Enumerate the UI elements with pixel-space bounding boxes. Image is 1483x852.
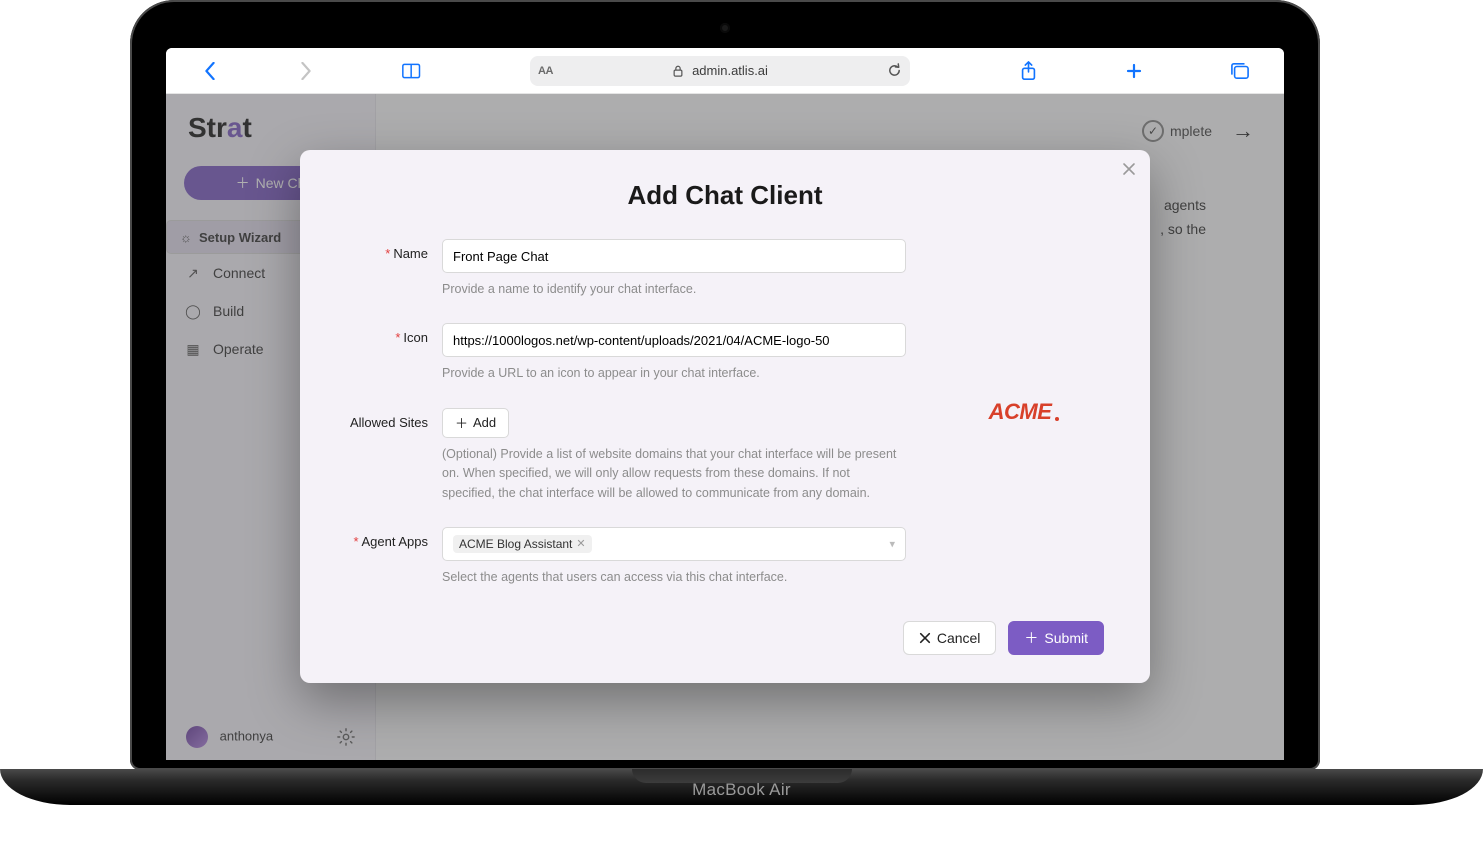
icon-preview: ACME: [936, 239, 1104, 425]
plus-icon: ＋: [455, 413, 468, 432]
lock-icon: [672, 65, 684, 77]
url-text: admin.atlis.ai: [692, 63, 768, 78]
settings-gear-button[interactable]: [337, 728, 355, 746]
laptop-frame: AA admin.atlis.ai: [130, 0, 1320, 770]
help-agent-apps: Select the agents that users can access …: [442, 568, 906, 587]
user-chip[interactable]: anthonya: [186, 726, 273, 748]
dialog-footer: Cancel ＋ Submit: [346, 621, 1104, 655]
submit-button[interactable]: ＋ Submit: [1008, 621, 1104, 655]
name-input[interactable]: [442, 239, 906, 273]
forward-button[interactable]: [284, 55, 328, 87]
add-label: Add: [473, 415, 496, 430]
bookmarks-button[interactable]: [390, 55, 434, 87]
dialog-form: *Name Provide a name to identify your ch…: [346, 239, 906, 611]
sidebar-item-label: Connect: [213, 265, 265, 281]
arrow-right-icon[interactable]: →: [1232, 118, 1254, 144]
new-tab-button[interactable]: [1112, 55, 1156, 87]
build-icon: ◯: [184, 303, 202, 320]
field-agent-apps: *Agent Apps ACME Blog Assistant ✕ ▾ Sel: [346, 527, 906, 587]
wizard-step-complete: ✓ mplete: [1142, 120, 1212, 142]
avatar: [186, 726, 208, 748]
sidebar-item-label: Build: [213, 303, 244, 319]
close-icon: [919, 632, 931, 644]
reader-aa-button[interactable]: AA: [538, 65, 553, 77]
check-icon: ✓: [1142, 120, 1164, 142]
browser-toolbar: AA admin.atlis.ai: [166, 48, 1284, 94]
sidebar-item-label: Setup Wizard: [199, 230, 281, 245]
wizard-icon: ☼: [177, 230, 195, 245]
add-site-button[interactable]: ＋ Add: [442, 408, 509, 438]
operate-icon: ▦: [184, 341, 202, 358]
label-icon: Icon: [403, 330, 428, 345]
bg-text-line-1: agents: [1164, 197, 1206, 213]
cancel-label: Cancel: [937, 630, 981, 646]
submit-label: Submit: [1044, 630, 1088, 646]
gear-icon: [337, 728, 355, 746]
cancel-button[interactable]: Cancel: [903, 621, 997, 655]
laptop-brand: MacBook Air: [692, 780, 791, 800]
connect-icon: ↗: [184, 265, 202, 282]
back-button[interactable]: [188, 55, 232, 87]
help-icon: Provide a URL to an icon to appear in yo…: [442, 364, 906, 383]
tabs-overview-button[interactable]: [1218, 55, 1262, 87]
tag-remove-button[interactable]: ✕: [576, 537, 585, 550]
acme-logo: ACME: [989, 399, 1052, 425]
field-icon: *Icon Provide a URL to an icon to appear…: [346, 323, 906, 383]
address-bar[interactable]: AA admin.atlis.ai: [530, 56, 910, 86]
label-allowed-sites: Allowed Sites: [350, 415, 428, 430]
agent-app-tag: ACME Blog Assistant ✕: [453, 535, 592, 553]
bg-text-line-2: , so the: [1160, 221, 1206, 237]
icon-url-input[interactable]: [442, 323, 906, 357]
agent-apps-select[interactable]: ACME Blog Assistant ✕ ▾: [442, 527, 906, 561]
help-name: Provide a name to identify your chat int…: [442, 280, 906, 299]
screen: AA admin.atlis.ai: [166, 48, 1284, 760]
share-button[interactable]: [1006, 55, 1050, 87]
label-name: Name: [393, 246, 428, 261]
new-chat-label: New Ch: [256, 175, 306, 191]
address-bar-container: AA admin.atlis.ai: [440, 56, 1000, 86]
reload-button[interactable]: [887, 63, 902, 78]
plus-icon: ＋: [236, 173, 250, 193]
field-allowed-sites: Allowed Sites ＋ Add (Optional) Provide a…: [346, 408, 906, 503]
close-icon: [1122, 162, 1136, 176]
wizard-step-label: mplete: [1170, 123, 1212, 139]
camera-dot: [720, 23, 730, 33]
help-allowed-sites: (Optional) Provide a list of website dom…: [442, 445, 906, 503]
agent-app-tag-label: ACME Blog Assistant: [459, 537, 572, 551]
dialog-title: Add Chat Client: [346, 180, 1104, 211]
user-name: anthonya: [220, 728, 274, 743]
wizard-steps: ✓ mplete →: [406, 118, 1254, 144]
add-chat-client-dialog: Add Chat Client *Name Provide a name to …: [300, 150, 1150, 683]
label-agent-apps: Agent Apps: [362, 534, 429, 549]
field-name: *Name Provide a name to identify your ch…: [346, 239, 906, 299]
plus-icon: ＋: [1024, 628, 1038, 648]
sidebar-item-label: Operate: [213, 341, 264, 357]
chevron-down-icon: ▾: [889, 537, 895, 550]
sidebar-footer: anthonya: [166, 726, 375, 748]
app-root: Strat ＋ New Ch ☼ Setup Wizard ↗ Connect …: [166, 94, 1284, 760]
close-button[interactable]: [1122, 162, 1136, 176]
